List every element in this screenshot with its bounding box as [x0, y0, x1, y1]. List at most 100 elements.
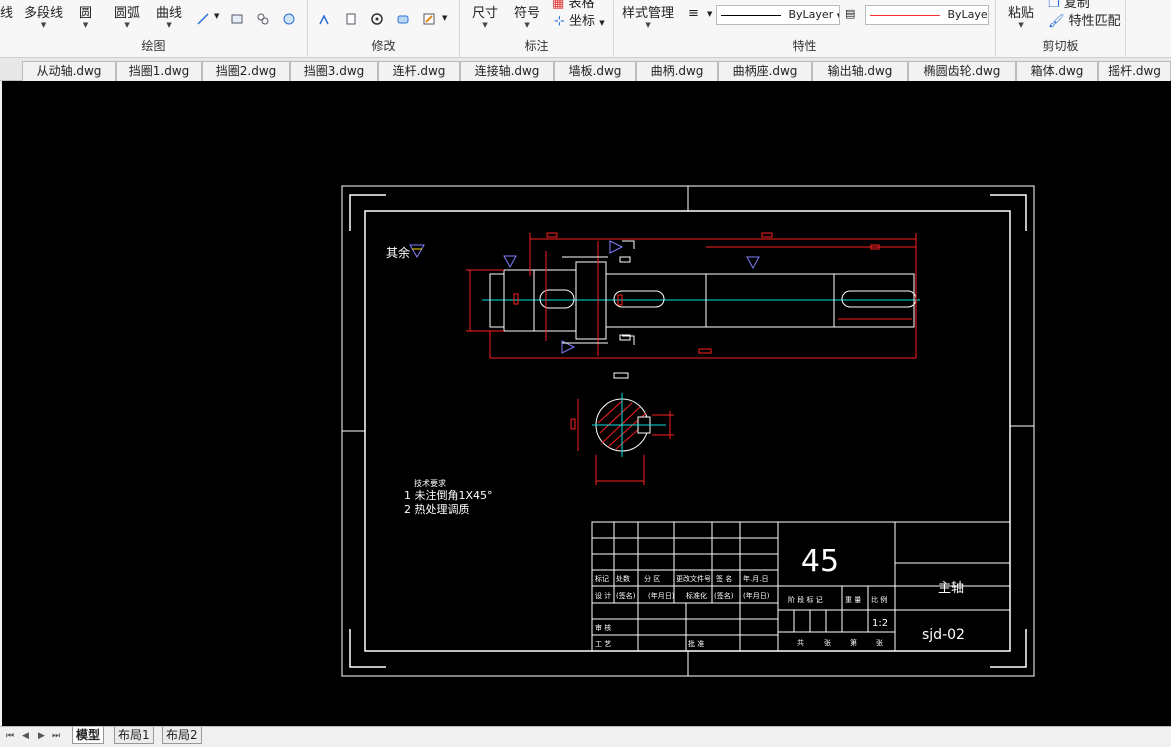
- tb-header: 标记: [595, 574, 609, 583]
- match-properties-icon: 🖌: [1048, 14, 1065, 29]
- tab-file[interactable]: 挡圈2.dwg: [202, 61, 290, 81]
- curve-tool-label: 曲线: [156, 6, 183, 21]
- color-select[interactable]: ByLayer ▼: [865, 5, 989, 25]
- region-icon[interactable]: [282, 12, 296, 26]
- chevron-down-icon: ▼: [599, 19, 605, 27]
- tab-model-label: 模型: [76, 728, 101, 742]
- last-page-icon[interactable]: ⏭: [52, 731, 60, 741]
- tab-layout1-label: 布局1: [118, 728, 150, 742]
- construction-line-icon[interactable]: [196, 12, 210, 26]
- tab-file[interactable]: 摇杆.dwg: [1098, 61, 1171, 81]
- tab-label: 连杆.dwg: [392, 64, 446, 78]
- tb-stage-header: 阶 段 标 记: [788, 595, 823, 604]
- tb-header: 签 名: [716, 574, 732, 583]
- corner-mark: [349, 194, 386, 231]
- tab-layout2[interactable]: 布局2: [162, 727, 202, 744]
- properties-group: 样式管理 ▼ ≡ ▼ ByLayer ▼ ▤ ByLayer ▼ 特性: [614, 0, 996, 58]
- copy-icon[interactable]: [344, 12, 358, 26]
- dimension-text-box: [698, 348, 712, 354]
- tab-model[interactable]: 模型: [72, 727, 105, 744]
- draw-group-label: 绘图: [141, 39, 166, 53]
- corner-mark: [990, 194, 1027, 231]
- section-label: [619, 256, 631, 263]
- tab-file[interactable]: 椭圆齿轮.dwg: [908, 61, 1016, 81]
- dimension-text-box: [570, 418, 576, 430]
- shaft-main-view[interactable]: [466, 232, 920, 359]
- arc-tool-label: 圆弧: [114, 6, 141, 21]
- tab-label: 挡圈2.dwg: [215, 64, 277, 78]
- tab-file[interactable]: 箱体.dwg: [1016, 61, 1098, 81]
- prev-page-icon[interactable]: ◀: [22, 731, 29, 741]
- tab-label: 连接轴.dwg: [474, 64, 540, 78]
- title-block[interactable]: 45 主轴 sjd-02 1:2 标记 处数 分 区 更改文件号 签 名 年.月…: [591, 521, 1011, 652]
- tb-cell: (签名): [616, 591, 636, 600]
- annotate-group: 尺寸 ▼ 符号 ▼ ▦ 表格 ⊹ 坐标 ▼ 标注: [460, 0, 614, 58]
- tab-file[interactable]: 输出轴.dwg: [812, 61, 908, 81]
- hatch-icon[interactable]: [256, 12, 270, 26]
- color-value: ByLayer: [947, 8, 989, 21]
- tech-req-2: 2 热处理调质: [404, 503, 470, 516]
- style-manager-label: 样式管理: [622, 6, 675, 21]
- next-page-icon[interactable]: ▶: [38, 731, 45, 741]
- drawing-svg[interactable]: 其余 技术要求 1 未注倒角1X45° 2 热处理调质 45 主轴 sjd-02…: [2, 81, 1171, 726]
- hatch-line: [597, 400, 623, 424]
- tab-file[interactable]: 曲柄座.dwg: [718, 61, 812, 81]
- arc-tool-button[interactable]: 圆弧 ▼: [114, 2, 140, 29]
- tab-file[interactable]: 挡圈3.dwg: [290, 61, 378, 81]
- roughness-symbol: [409, 244, 425, 258]
- tb-cell: 标准化: [686, 591, 707, 600]
- rectangle-icon[interactable]: [230, 12, 244, 26]
- tech-req-1: 1 未注倒角1X45°: [404, 488, 493, 502]
- tab-file[interactable]: 挡圈1.dwg: [116, 61, 202, 81]
- move-icon[interactable]: [318, 12, 332, 26]
- tb-header: 处数: [616, 574, 630, 583]
- rotate-icon[interactable]: [370, 12, 384, 26]
- tab-file[interactable]: 从动轴.dwg: [22, 61, 116, 81]
- tab-label: 墙板.dwg: [568, 64, 622, 78]
- linetype-select[interactable]: ByLayer ▼: [716, 5, 840, 25]
- hatch-pattern-icon[interactable]: ▤: [845, 7, 855, 20]
- linetype-preview: [721, 14, 781, 16]
- roughness-symbol: [609, 240, 624, 254]
- roughness-symbol: [503, 255, 517, 269]
- chevron-down-icon: ▼: [82, 21, 89, 29]
- circle-tool-button[interactable]: 圆 ▼: [79, 2, 92, 29]
- tab-file[interactable]: 曲柄.dwg: [636, 61, 718, 81]
- coordinate-icon: ⊹: [554, 14, 565, 29]
- coordinate-button[interactable]: ⊹ 坐标 ▼: [554, 10, 605, 29]
- style-manager-button[interactable]: 样式管理 ▼: [622, 2, 674, 29]
- paste-label: 粘贴: [1008, 6, 1035, 21]
- match-properties-button[interactable]: 🖌 特性匹配: [1048, 10, 1121, 29]
- first-page-icon[interactable]: ⏮: [6, 731, 14, 741]
- chevron-down-icon[interactable]: ▼: [707, 10, 712, 18]
- tab-layout1[interactable]: 布局1: [114, 727, 154, 744]
- chevron-down-icon[interactable]: ▼: [442, 14, 447, 22]
- lineweight-icon[interactable]: ≡: [688, 6, 699, 21]
- part-name: 主轴: [938, 581, 964, 596]
- dimension-button[interactable]: 尺寸 ▼: [472, 2, 498, 29]
- chevron-down-icon: ▼: [1018, 21, 1024, 29]
- tab-file[interactable]: 连接轴.dwg: [460, 61, 554, 81]
- mirror-icon[interactable]: [396, 12, 410, 26]
- color-preview: [870, 14, 940, 16]
- tb-sheet-cell: 第: [850, 638, 857, 647]
- drawing-canvas[interactable]: 其余 技术要求 1 未注倒角1X45° 2 热处理调质 45 主轴 sjd-02…: [2, 81, 1171, 726]
- scale-icon[interactable]: [422, 12, 436, 26]
- symbol-button[interactable]: 符号 ▼: [514, 2, 540, 29]
- coordinate-label: 坐标: [569, 14, 596, 29]
- paste-button[interactable]: 粘贴 ▼: [1008, 2, 1034, 29]
- section-view[interactable]: [570, 372, 674, 485]
- section-marker: [622, 240, 635, 249]
- match-properties-label: 特性匹配: [1068, 14, 1121, 29]
- chevron-down-icon: ▼: [40, 21, 47, 29]
- dimension-text-box: [513, 293, 519, 305]
- line-tool-button[interactable]: 线: [0, 2, 13, 21]
- polyline-tool-button[interactable]: 多段线 ▼: [24, 2, 63, 29]
- tab-file[interactable]: 墙板.dwg: [554, 61, 636, 81]
- chevron-down-icon: ▼: [524, 21, 530, 29]
- dimension-label: 尺寸: [472, 6, 499, 21]
- tab-file[interactable]: 连杆.dwg: [378, 61, 460, 81]
- chevron-down-icon[interactable]: ▼: [214, 12, 219, 20]
- curve-tool-button[interactable]: 曲线 ▼: [156, 2, 182, 29]
- chevron-down-icon: ▼: [645, 21, 651, 29]
